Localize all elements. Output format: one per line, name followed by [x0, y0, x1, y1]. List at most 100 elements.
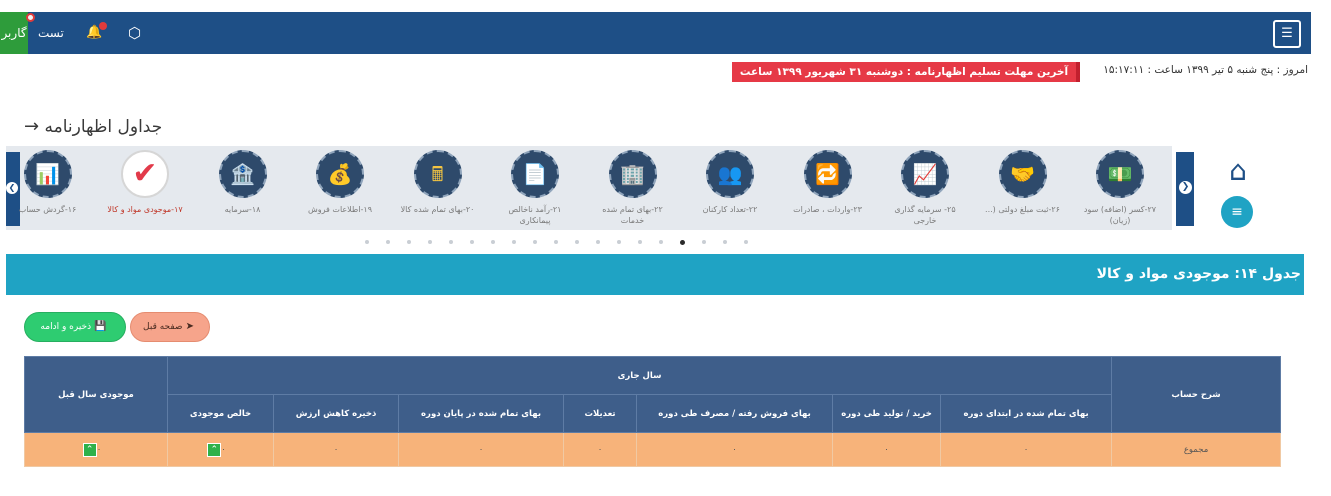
table-cell: ۰	[563, 432, 638, 467]
handshake-icon: 🤝	[998, 150, 1047, 198]
pagination-dot[interactable]	[744, 240, 748, 244]
header-col: تعدیلات	[563, 394, 638, 433]
pagination-dot[interactable]	[659, 240, 663, 244]
carousel-item-label: ۱۷-موجودی مواد و کالا	[107, 205, 183, 214]
staff-icon: 👥	[706, 150, 754, 198]
pagination-dot[interactable]	[491, 240, 495, 244]
chevron-right-icon: ❯	[1179, 181, 1192, 194]
carousel-item[interactable]: 🔁 ۲۳-واردات ، صادرات	[786, 150, 870, 215]
header-col: خرید / تولید طی دوره	[832, 394, 942, 433]
deadline-banner: آخرین مهلت تسلیم اظهارنامه : دوشنبه ۳۱ ش…	[732, 62, 1080, 98]
pagination-dot[interactable]	[533, 240, 537, 244]
table-row: مجموع ۰ ۰ ۰ ۰ ۰ ۰ ۰⌃ ۰⌃	[24, 432, 1282, 467]
pagination-dot[interactable]	[638, 240, 642, 244]
pagination-dot[interactable]	[512, 240, 516, 244]
carousel-item-label: ۲۰-بهای تمام شده کالا	[400, 205, 475, 214]
carousel-item[interactable]: 🏢 ۲۲-بهای تمام شده خدمات	[591, 150, 675, 226]
page-title[interactable]: جداول اظهارنامه →	[20, 116, 162, 137]
pagination-dot[interactable]	[365, 240, 369, 244]
table-cell: ۰⌃	[166, 432, 275, 467]
online-indicator	[26, 13, 35, 22]
table-cell: ۰	[398, 432, 565, 467]
carousel-item[interactable]: 👥 ۲۲-تعداد کارکنان	[688, 150, 772, 215]
pagination-dot[interactable]	[449, 240, 453, 244]
total-label: مجموع	[1111, 432, 1282, 467]
home-icon[interactable]: ⌂	[1222, 156, 1254, 186]
trade-icon: 🔁	[803, 150, 852, 198]
previous-page-button[interactable]: ➤صفحه قبل	[130, 312, 210, 342]
header-col: خالص موجودی	[166, 394, 275, 433]
carousel-item[interactable]: 📄 ۲۱-رآمد ناخالص پیمانکاری	[493, 150, 577, 226]
carousel-item[interactable]: ✔ ۱۷-موجودی مواد و کالا	[103, 150, 187, 215]
arrow-circle-icon: ➤	[185, 321, 194, 332]
account-icon: 📊	[23, 150, 72, 198]
cell-value: ۰	[96, 444, 102, 455]
top-bar	[0, 12, 1311, 54]
header-col: بهای تمام شده در پایان دوره	[398, 394, 565, 433]
pagination-dot[interactable]	[617, 240, 621, 244]
header-current-year: سال جاری	[166, 356, 1113, 395]
user-name[interactable]: تست	[38, 12, 64, 54]
save-continue-button[interactable]: 💾ذخیره و ادامه	[24, 312, 126, 342]
pagination-dot[interactable]	[596, 240, 600, 244]
carousel-item[interactable]: 💰 ۱۹-اطلاعات فروش	[298, 150, 382, 215]
carousel-item-label: ۲۲-تعداد کارکنان	[702, 205, 758, 214]
today-datetime: امروز : پنج شنبه ۵ تیر ۱۳۹۹ ساعت : ۱۵:۱۷…	[1103, 64, 1308, 76]
pagination-dot[interactable]	[386, 240, 390, 244]
pagination-dot[interactable]	[554, 240, 558, 244]
header-account: شرح حساب	[1111, 356, 1282, 433]
carousel-pagination	[365, 240, 748, 248]
document-icon: 📄	[511, 150, 559, 198]
pagination-dot[interactable]	[470, 240, 474, 244]
table-cell: ۰	[273, 432, 400, 467]
cell-value: ۰	[221, 444, 226, 455]
city-icon: 🏢	[608, 150, 657, 198]
table-cell: ۰	[832, 432, 942, 467]
carousel-item[interactable]: 📈 ۲۵- سرمایه گذاری خارجی	[883, 150, 967, 226]
inventory-table: شرح حساب سال جاری موجودی سال قبل بهای تم…	[24, 356, 1282, 467]
carousel-item-label: ۱۹-اطلاعات فروش	[308, 205, 372, 214]
header-prev-year: موجودی سال قبل	[24, 356, 168, 433]
filter-list-icon[interactable]: ≡	[1221, 196, 1253, 228]
header-col: بهای فروش رفته / مصرف طی دوره	[636, 394, 834, 433]
pagination-dot[interactable]	[428, 240, 432, 244]
user-button[interactable]: گاربر	[0, 12, 28, 54]
calculator-icon: 🖩	[413, 150, 462, 198]
previous-page-label: صفحه قبل	[143, 322, 183, 332]
carousel-item[interactable]: 🏦 ۱۸-سرمایه	[201, 150, 285, 215]
pagination-dot[interactable]	[680, 240, 685, 245]
table-cell: ۰⌃	[24, 432, 168, 467]
page-title-text: جداول اظهارنامه	[44, 117, 163, 137]
carousel-item[interactable]: 🤝 ۲۶-ثبت مبلغ دولتی (...	[981, 150, 1065, 215]
save-continue-label: ذخیره و ادامه	[40, 322, 92, 332]
bell-icon[interactable]: 🔔	[86, 26, 102, 40]
sales-icon: 💰	[316, 150, 364, 198]
pagination-dot[interactable]	[702, 240, 706, 244]
pagination-dot[interactable]	[575, 240, 579, 244]
menu-icon[interactable]: ☰	[1273, 20, 1301, 48]
carousel-item-label: ۱۶-گردش حساب	[18, 205, 77, 214]
pagination-dot[interactable]	[407, 240, 411, 244]
table-title: جدول ۱۴: موجودی مواد و کالا	[1096, 266, 1301, 282]
header-col: بهای تمام شده در ابتدای دوره	[940, 394, 1113, 433]
carousel-item-label: ۱۸-سرمایه	[224, 205, 261, 214]
carousel-item[interactable]: 💵 ۲۷-کسر (اضافه) سود (زیان)	[1078, 150, 1162, 226]
expand-icon[interactable]: ⌃	[82, 442, 97, 457]
header-col: ذخیره کاهش ارزش	[273, 394, 400, 433]
pagination-dot[interactable]	[723, 240, 727, 244]
arrow-right-icon[interactable]: →	[24, 116, 39, 137]
money-icon: 💵	[1096, 150, 1144, 198]
save-icon: 💾	[94, 321, 107, 332]
expand-icon[interactable]: ⌃	[207, 442, 222, 457]
notification-badge	[99, 22, 107, 30]
carousel-item-label: ۲۷-کسر (اضافه) سود (زیان)	[1083, 205, 1157, 225]
carousel-item-label: ۲۱-رآمد ناخالص پیمانکاری	[508, 205, 562, 225]
carousel-item[interactable]: 🖩 ۲۰-بهای تمام شده کالا	[396, 150, 480, 215]
carousel-item-label: ۲۳-واردات ، صادرات	[793, 205, 862, 214]
check-icon: ✔	[121, 150, 169, 198]
capital-icon: 🏦	[218, 150, 267, 198]
carousel-item-label: ۲۲-بهای تمام شده خدمات	[602, 205, 663, 225]
carousel-next-button[interactable]: ❯	[1176, 152, 1194, 226]
carousel-item[interactable]: 📊 ۱۶-گردش حساب	[6, 150, 90, 215]
cube-icon[interactable]: ⬡	[128, 24, 141, 42]
